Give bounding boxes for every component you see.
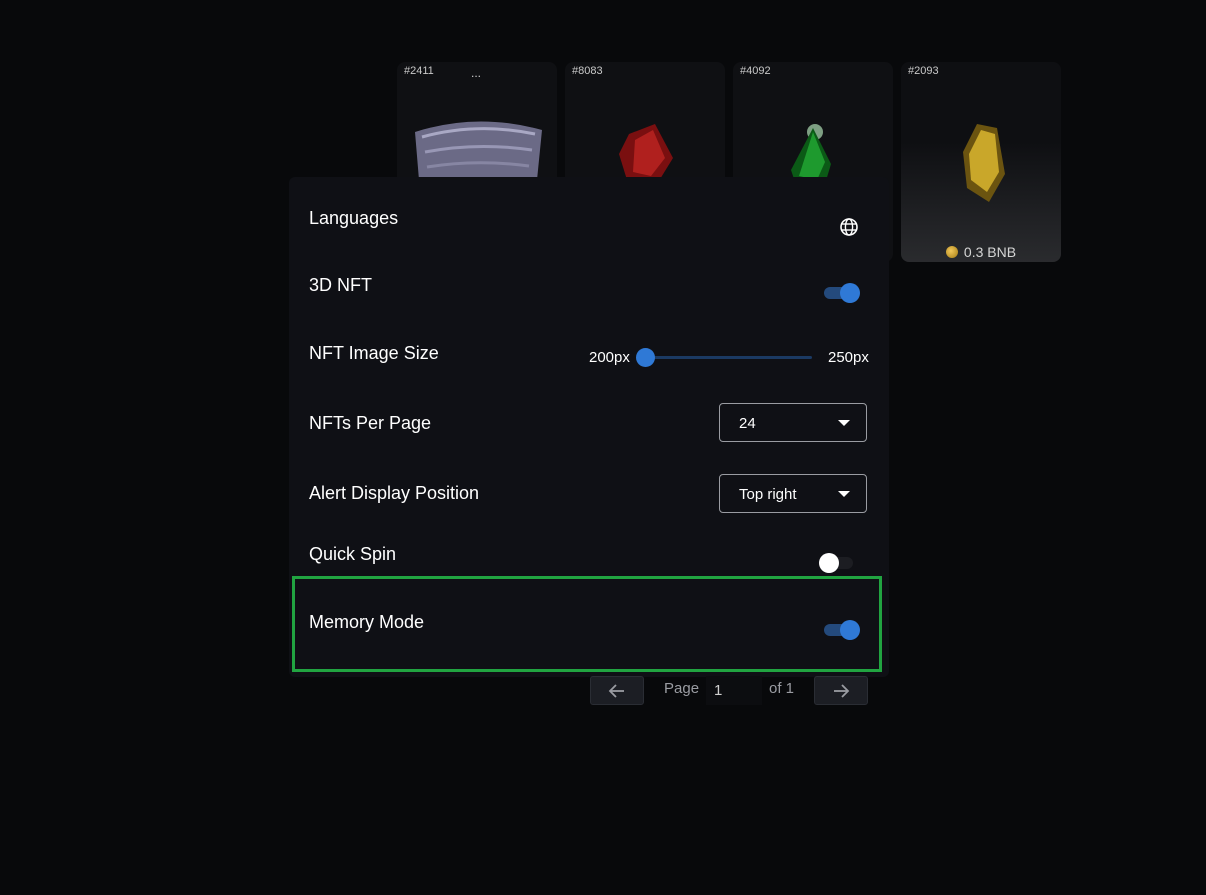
alert-position-select[interactable]: Top right [719, 474, 867, 513]
price-text: 0.3 BNB [963, 244, 1017, 260]
per-page-value: 24 [739, 415, 756, 432]
alert-position-value: Top right [739, 486, 797, 503]
page-of-label: of 1 [769, 680, 795, 697]
arrow-left-icon [608, 684, 624, 698]
alert-position-label: Alert Display Position [309, 483, 480, 503]
image-size-label: NFT Image Size [309, 343, 439, 363]
nft-3d-label: 3D NFT [309, 275, 372, 295]
per-page-select[interactable]: 24 [719, 403, 867, 442]
nft-3d-toggle[interactable] [822, 282, 860, 304]
settings-panel: Languages 3D NFT NFT Image Size 200px 25… [289, 177, 889, 677]
next-page-button[interactable] [814, 676, 868, 705]
memory-mode-label: Memory Mode [309, 612, 425, 632]
bnb-coin-icon [945, 246, 958, 258]
per-page-label: NFTs Per Page [309, 413, 432, 433]
page-number-input[interactable] [706, 676, 762, 705]
nft-card[interactable]: #2093 0.3 BNB [901, 62, 1061, 262]
prev-page-button[interactable] [590, 676, 644, 705]
image-size-slider-handle[interactable] [636, 348, 655, 367]
caret-down-icon [838, 491, 850, 497]
toggle-knob [840, 620, 860, 640]
nft-image [963, 124, 1005, 202]
languages-label: Languages [309, 208, 399, 228]
arrow-right-icon [834, 684, 850, 698]
page-label: Page [664, 680, 700, 697]
image-size-slider-track[interactable] [645, 356, 812, 359]
globe-icon[interactable] [839, 217, 859, 237]
quick-spin-toggle[interactable] [819, 552, 857, 574]
toggle-knob [819, 553, 839, 573]
toggle-knob [840, 283, 860, 303]
quick-spin-label: Quick Spin [309, 544, 397, 564]
nft-price: 0.3 BNB [901, 244, 1061, 260]
app-root: #2411 ... #8083 #4092 #2093 0.3 BNB Lang… [0, 0, 1206, 895]
slider-max-label: 250px [828, 349, 869, 366]
caret-down-icon [838, 420, 850, 426]
memory-mode-toggle[interactable] [822, 619, 860, 641]
slider-min-label: 200px [589, 349, 630, 366]
